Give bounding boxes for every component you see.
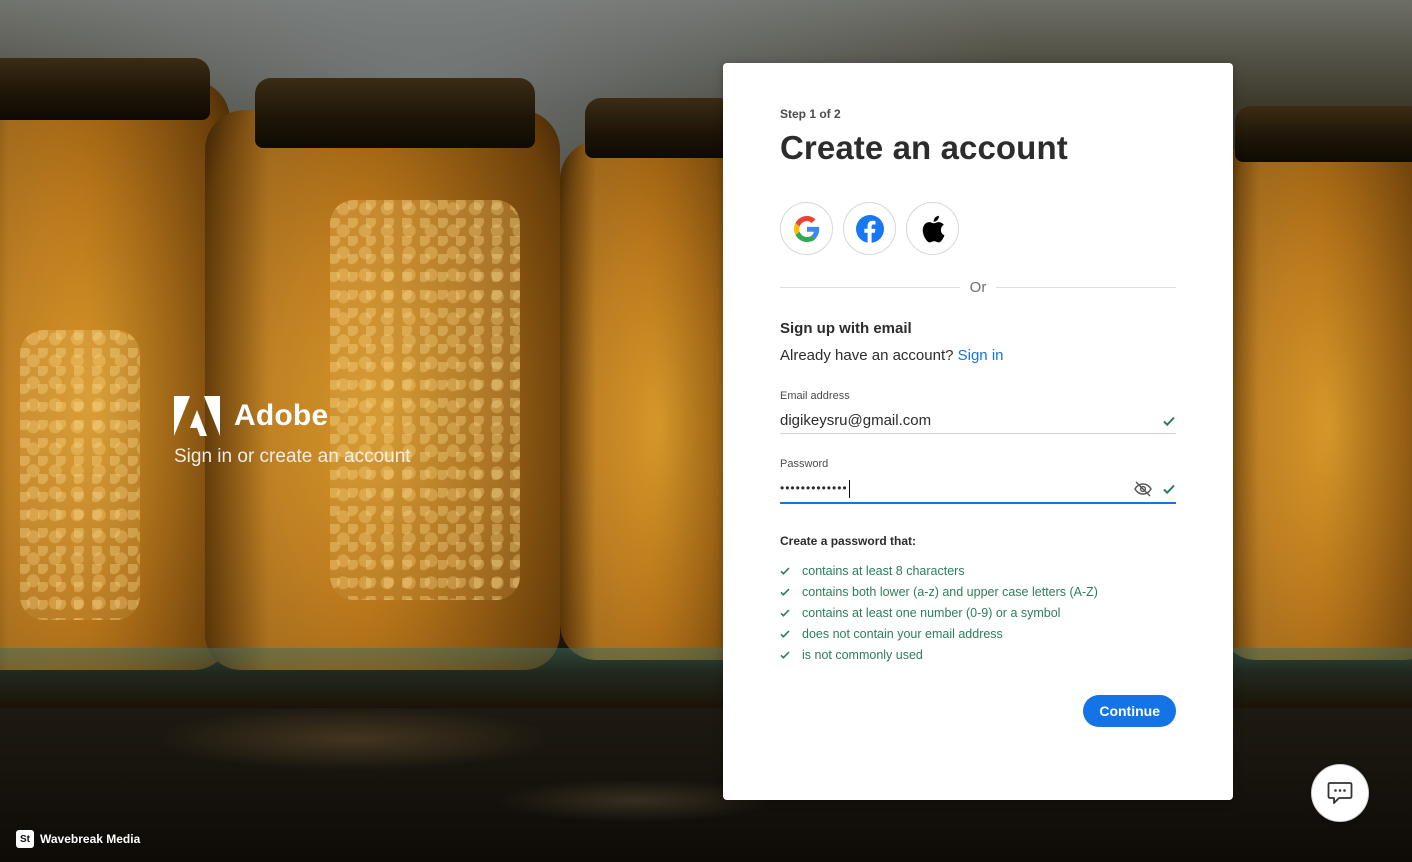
requirement-item: is not commonly used <box>780 644 1176 665</box>
chat-bubble-icon <box>1327 782 1353 804</box>
brand-block: Adobe Sign in or create an account <box>174 396 411 468</box>
email-label: Email address <box>780 390 850 402</box>
email-input[interactable]: digikeysru@gmail.com <box>780 408 1176 434</box>
requirement-check-icon <box>780 587 790 596</box>
facebook-icon <box>855 214 884 243</box>
page-title: Create an account <box>780 129 1068 166</box>
jar-lid <box>1235 106 1412 162</box>
honey-jar <box>1220 140 1412 660</box>
password-value: ••••••••••••• <box>780 480 1134 498</box>
divider-line <box>996 287 1177 288</box>
create-account-card: Step 1 of 2 Create an account Or Sign up… <box>723 63 1233 800</box>
requirement-text: contains at least one number (0-9) or a … <box>802 605 1061 620</box>
continue-button[interactable]: Continue <box>1083 695 1176 727</box>
requirement-item: does not contain your email address <box>780 623 1176 644</box>
signin-link[interactable]: Sign in <box>958 347 1004 364</box>
photo-credit-text: Wavebreak Media <box>40 832 141 846</box>
requirement-text: contains both lower (a-z) and upper case… <box>802 584 1098 599</box>
or-divider: Or <box>780 279 1177 296</box>
apple-icon <box>922 215 944 242</box>
photo-credit: St Wavebreak Media <box>16 830 140 848</box>
google-icon <box>793 215 819 242</box>
brand-tagline: Sign in or create an account <box>174 446 411 467</box>
jar-lid <box>585 98 735 158</box>
requirement-text: does not contain your email address <box>802 626 1003 641</box>
requirement-text: is not commonly used <box>802 647 923 662</box>
social-signin-row <box>780 202 1176 255</box>
divider-line <box>780 287 960 288</box>
brand-name: Adobe <box>234 399 329 432</box>
apple-signin-button[interactable] <box>906 202 959 255</box>
requirement-check-icon <box>780 566 790 575</box>
divider-text: Or <box>969 279 987 296</box>
adobe-logo-icon <box>174 396 220 436</box>
requirement-check-icon <box>780 629 790 638</box>
hide-password-icon[interactable] <box>1134 481 1152 497</box>
requirement-check-icon <box>780 608 790 617</box>
password-requirements-heading: Create a password that: <box>780 534 917 548</box>
valid-check-icon <box>1163 416 1175 426</box>
jar-lid <box>0 58 210 120</box>
password-label: Password <box>780 458 829 470</box>
valid-check-icon <box>1163 484 1175 495</box>
email-value: digikeysru@gmail.com <box>780 412 932 429</box>
honeycomb <box>20 330 140 620</box>
requirement-item: contains at least one number (0-9) or a … <box>780 602 1176 623</box>
password-requirements-list: contains at least 8 characters contains … <box>780 560 1176 665</box>
chat-button[interactable] <box>1311 764 1369 822</box>
requirement-item: contains at least 8 characters <box>780 560 1176 581</box>
step-indicator: Step 1 of 2 <box>780 107 841 121</box>
already-text: Already have an account? <box>780 347 954 364</box>
google-signin-button[interactable] <box>780 202 833 255</box>
requirement-text: contains at least 8 characters <box>802 563 965 578</box>
jar-lid <box>255 78 535 148</box>
text-caret <box>848 480 850 498</box>
stock-badge-icon: St <box>16 830 34 848</box>
password-input[interactable]: ••••••••••••• <box>780 476 1176 504</box>
requirement-check-icon <box>780 650 790 659</box>
already-have-account: Already have an account? Sign in <box>780 347 1176 364</box>
facebook-signin-button[interactable] <box>843 202 896 255</box>
brand-row: Adobe <box>174 396 411 436</box>
password-dots: ••••••••••••• <box>780 481 848 496</box>
password-field: Password ••••••••••••• <box>780 458 1176 504</box>
requirement-item: contains both lower (a-z) and upper case… <box>780 581 1176 602</box>
signup-heading: Sign up with email <box>780 320 912 337</box>
email-field: Email address digikeysru@gmail.com <box>780 390 1176 434</box>
